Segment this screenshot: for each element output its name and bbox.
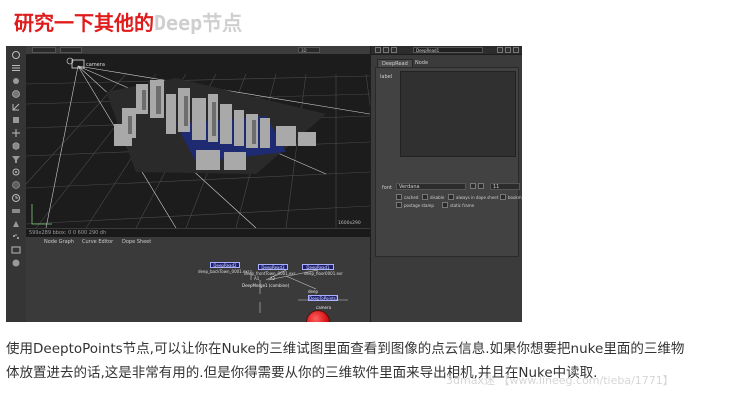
tab-curve-editor[interactable]: Curve Editor [78,238,117,246]
italic-button[interactable] [478,183,484,189]
node-deeptopoints[interactable]: DeepToPoints1 [308,295,338,301]
node-deepread3[interactable]: DeepRead3 [258,264,288,270]
input-a2: A2 [270,276,276,281]
font-caption: font [382,185,392,191]
node-center-button[interactable] [391,47,397,53]
static-frame-checkbox[interactable]: static frame [442,202,474,208]
label-caption: label [380,74,393,80]
particles-icon[interactable] [10,232,22,242]
other-icon[interactable] [10,258,22,268]
merge-icon[interactable] [10,128,22,138]
bold-button[interactable] [470,183,476,189]
toolsets-icon[interactable] [10,245,22,255]
views-icon[interactable] [10,206,22,216]
menu-icon[interactable] [10,63,22,73]
label-textarea[interactable] [400,71,516,157]
title-cn-end: 节点 [202,11,243,35]
font-size-field[interactable]: 11 [490,183,520,190]
tab-node[interactable]: Node [411,59,432,67]
node-color-swatch[interactable] [375,47,381,53]
paint-icon[interactable] [10,76,22,86]
3d-icon[interactable] [10,141,22,151]
bookmark-checkbox[interactable]: bookm [500,194,522,200]
viewport-camera-label: camera [86,62,105,68]
article-title: 研究一下其他的Deep节点 [14,8,242,38]
color-icon[interactable] [10,89,22,99]
transform-icon[interactable] [10,102,22,112]
title-cn: 研究一下其他的 [14,11,154,35]
help-button[interactable] [497,47,503,53]
always-in-dope-sheet-checkbox[interactable]: always in dope sheet [448,194,498,200]
viewer-status-bar: 599x289 bbox: 0 0 600 290 dh [26,228,370,237]
postage-stamp-checkbox[interactable]: postage stamp [396,202,434,208]
node-deepread2-file: deep_backTown_0001.exr [198,269,250,274]
input-a1: A1 [254,276,260,281]
site-watermark: 3dmax迷 【www.lineeg.com/tieba/1771】 [446,374,674,387]
channel-select[interactable] [32,47,56,53]
time-icon[interactable] [10,193,22,203]
tab-node-graph[interactable]: Node Graph [40,238,78,246]
filter-icon[interactable] [10,154,22,164]
node-name-field[interactable]: DeepRead1 [413,47,483,53]
properties-panel: DeepRead1 DeepRead Node label font Verda… [370,46,522,322]
metadata-icon[interactable] [10,219,22,229]
nuke-screenshot: 3D camera 1600x290 599x289 bbox: 0 0 600… [6,46,522,322]
keyer-icon[interactable] [10,167,22,177]
viewer-status-text: 599x289 bbox: 0 0 600 290 dh [29,230,107,236]
node-select-button[interactable] [383,47,389,53]
viewport-res-label: 1600x290 [338,220,361,226]
node-deepread2[interactable]: DeepRead2 [210,262,240,268]
font-select[interactable]: Verdana [396,183,466,190]
deep-input-label: deep [308,289,318,294]
node-deepread1[interactable]: DeepRead1 [302,264,334,270]
close-icon[interactable] [513,47,519,53]
cached-checkbox[interactable]: cached [396,194,418,200]
layer-select[interactable] [60,47,82,53]
properties-node-tab: label font Verdana 11 cached disable alw… [375,67,522,257]
select-tool-icon[interactable] [10,50,22,60]
float-button[interactable] [505,47,511,53]
node-deepmerge[interactable]: DeepMerge1 (combine) [242,283,289,288]
3d-viewport[interactable]: camera 1600x290 [26,54,370,228]
channel-icon[interactable] [10,115,22,125]
point-cloud-view: camera 1600x290 [26,57,370,228]
viewer-toolbar [6,46,27,322]
node-graph[interactable]: DeepRead2 deep_backTown_0001.exr DeepRea… [26,246,370,322]
node-deepread1-file: deep_floor0001.exr [304,271,343,276]
disable-checkbox[interactable]: disable [422,194,444,200]
title-en: Deep [154,11,203,35]
tab-deepread[interactable]: DeepRead [377,59,413,67]
tab-dope-sheet[interactable]: Dope Sheet [118,238,155,246]
deep-icon[interactable] [10,180,22,190]
view-mode-select[interactable]: 3D [298,47,320,53]
paragraph-line-1: 使用DeeptoPoints节点,可以让你在Nuke的三维试图里面查看到图像的点… [6,341,685,357]
properties-header: DeepRead1 [371,46,522,55]
